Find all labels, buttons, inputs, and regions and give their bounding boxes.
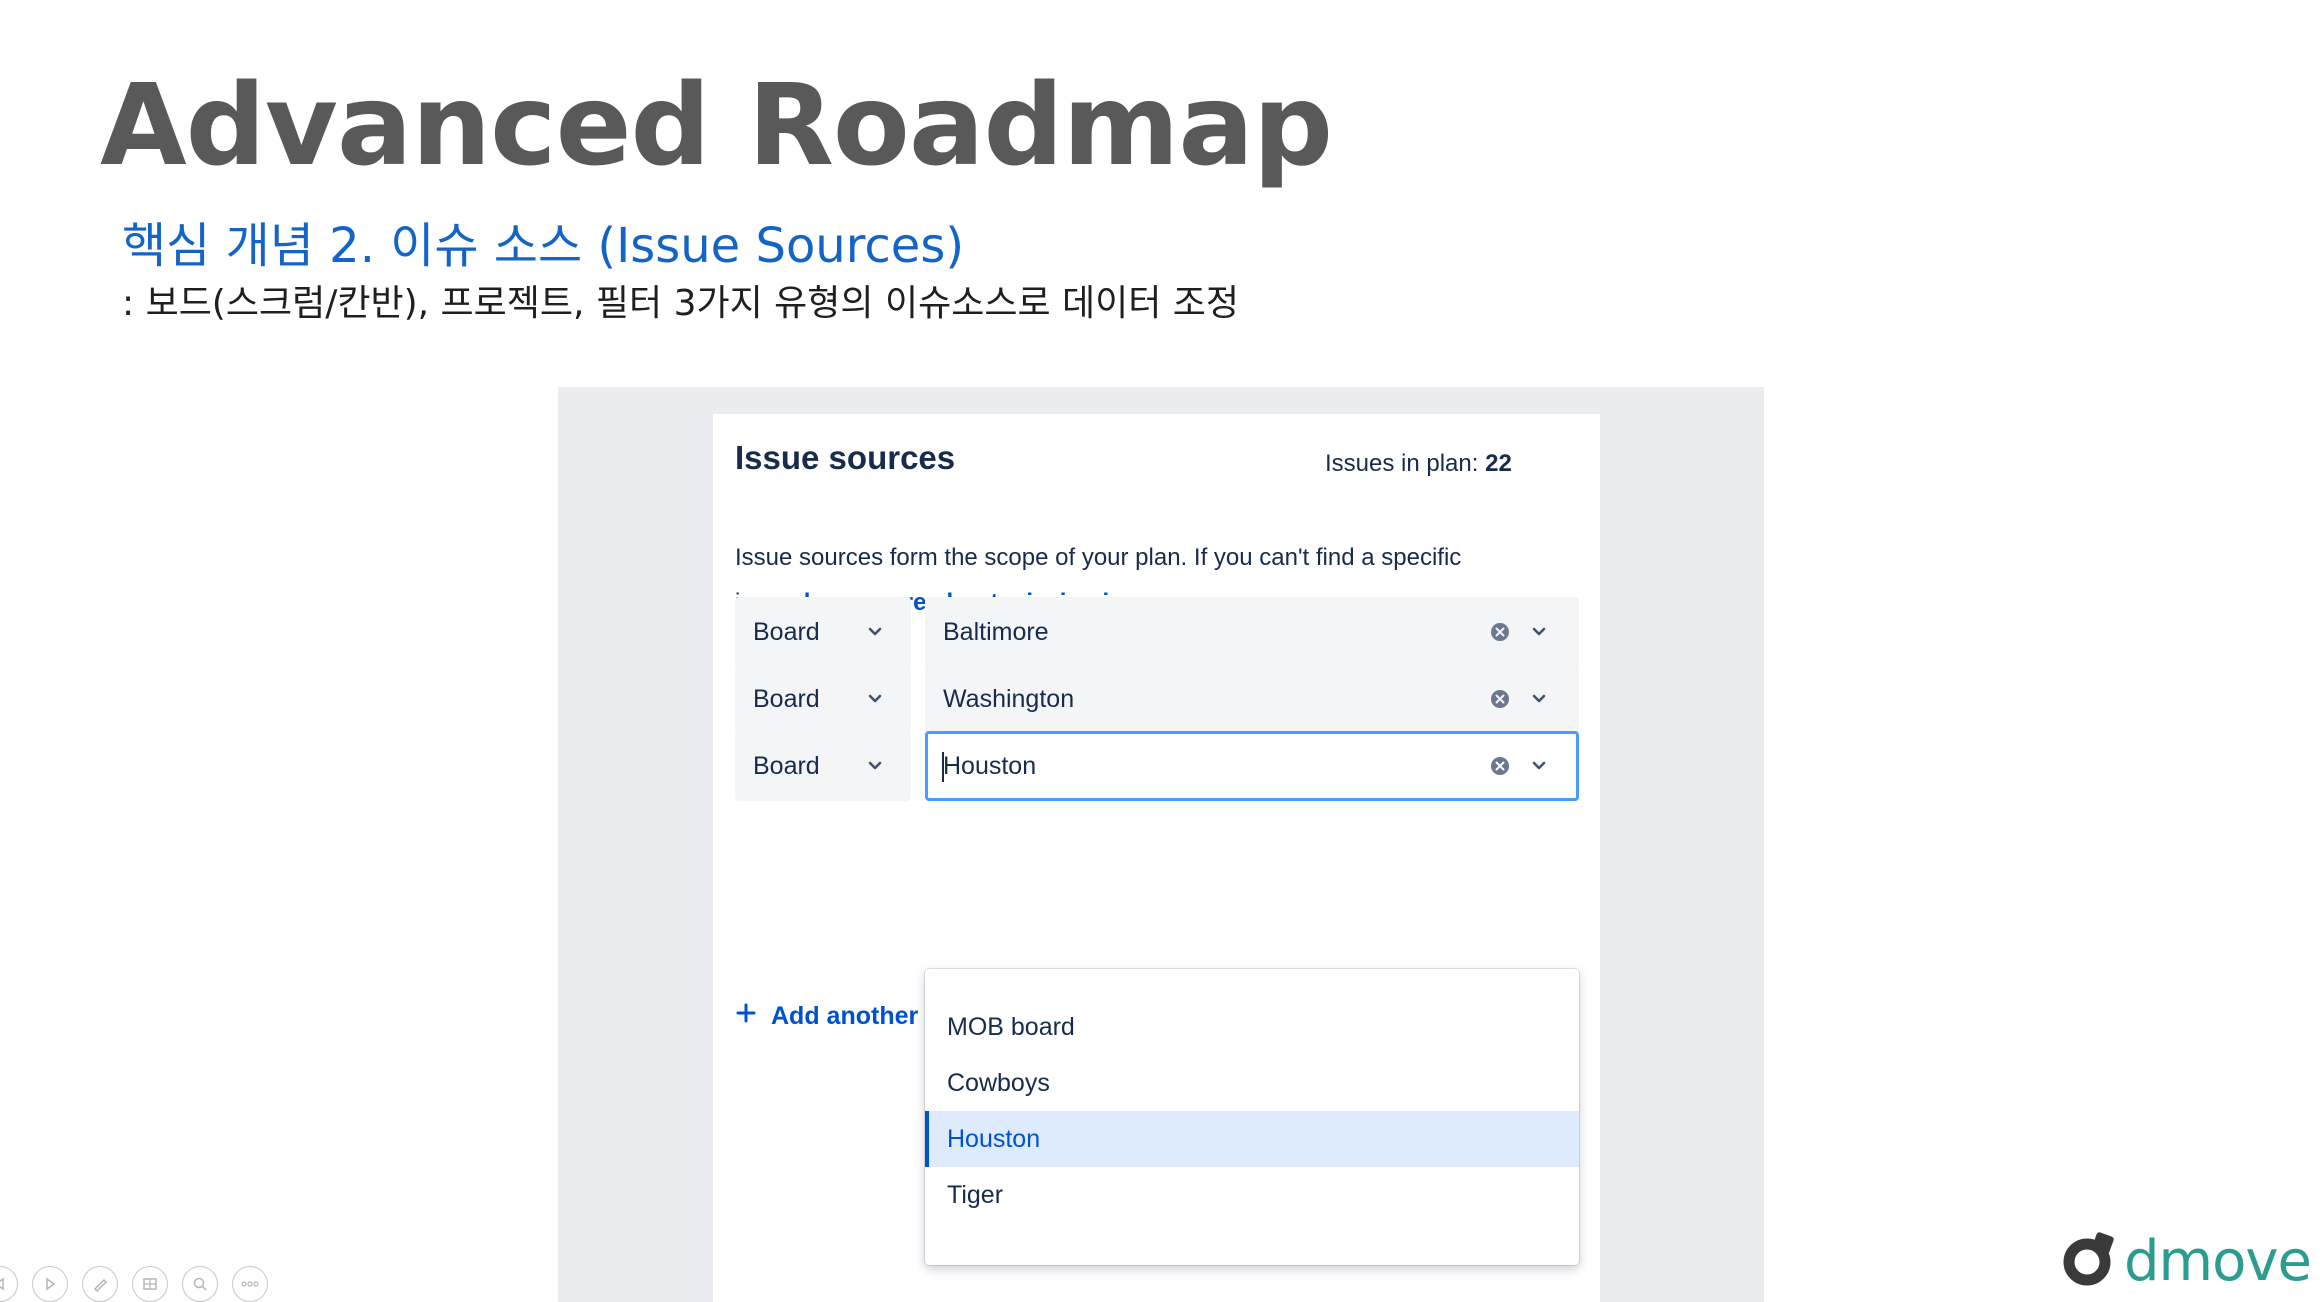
slide-title: Advanced Roadmap — [100, 61, 1333, 191]
source-type-select[interactable]: Board — [735, 664, 911, 734]
add-another-label: Add another — [771, 1001, 919, 1030]
plus-icon — [735, 1002, 757, 1031]
source-row: Board Washington — [735, 664, 1579, 734]
dmove-logo-mark-icon — [2060, 1232, 2116, 1292]
chevron-down-icon — [866, 690, 884, 708]
chevron-down-icon[interactable] — [1530, 757, 1548, 775]
chevron-down-icon[interactable] — [1530, 690, 1548, 708]
zoom-icon[interactable] — [182, 1266, 218, 1302]
source-type-select[interactable]: Board — [735, 597, 911, 667]
source-value-input[interactable]: Houston — [925, 731, 1579, 801]
previous-icon[interactable] — [0, 1266, 18, 1302]
issues-in-plan: Issues in plan: 22 — [1325, 450, 1512, 478]
clear-icon[interactable] — [1489, 688, 1511, 710]
source-dropdown-menu: MOB board Cowboys Houston Tiger — [925, 969, 1579, 1265]
panel-title: Issue sources — [735, 439, 956, 476]
dropdown-option[interactable]: Cowboys — [925, 1055, 1579, 1111]
issues-count: 22 — [1485, 450, 1512, 477]
dmove-logo: dmove — [2060, 1229, 2312, 1294]
chevron-down-icon — [866, 623, 884, 641]
source-value-label: Houston — [943, 752, 1037, 780]
pen-icon[interactable] — [82, 1266, 118, 1302]
clear-icon[interactable] — [1489, 621, 1511, 643]
slides-icon[interactable] — [132, 1266, 168, 1302]
clear-icon[interactable] — [1489, 755, 1511, 777]
source-value-select[interactable]: Washington — [925, 664, 1579, 734]
source-value-label: Baltimore — [943, 618, 1049, 646]
issues-label: Issues in plan: — [1325, 450, 1479, 477]
dropdown-option[interactable]: Tiger — [925, 1167, 1579, 1223]
source-type-select[interactable]: Board — [735, 731, 911, 801]
more-icon[interactable] — [232, 1266, 268, 1302]
source-type-label: Board — [753, 685, 820, 713]
presenter-controls — [0, 1266, 268, 1302]
source-value-label: Washington — [943, 685, 1075, 713]
dropdown-option[interactable]: MOB board — [925, 999, 1579, 1055]
slide-description: : 보드(스크럼/칸반), 프로젝트, 필터 3가지 유형의 이슈소스로 데이터… — [122, 283, 1240, 324]
dmove-logo-text: dmove — [2124, 1229, 2312, 1294]
chevron-down-icon — [866, 757, 884, 775]
screenshot-frame: Issue sources Issues in plan: 22 Issue s… — [558, 387, 1764, 1302]
source-type-label: Board — [753, 752, 820, 780]
source-row: Board Baltimore — [735, 597, 1579, 667]
issue-sources-panel: Issue sources Issues in plan: 22 Issue s… — [713, 414, 1600, 1302]
source-type-label: Board — [753, 618, 820, 646]
chevron-down-icon[interactable] — [1530, 623, 1548, 641]
dropdown-option-selected[interactable]: Houston — [925, 1111, 1579, 1167]
slide-subtitle: 핵심 개념 2. 이슈 소스 (Issue Sources) — [122, 218, 965, 274]
add-another-button[interactable]: Add another — [735, 996, 918, 1036]
next-icon[interactable] — [32, 1266, 68, 1302]
source-row: Board Houston — [735, 731, 1579, 801]
source-value-select[interactable]: Baltimore — [925, 597, 1579, 667]
